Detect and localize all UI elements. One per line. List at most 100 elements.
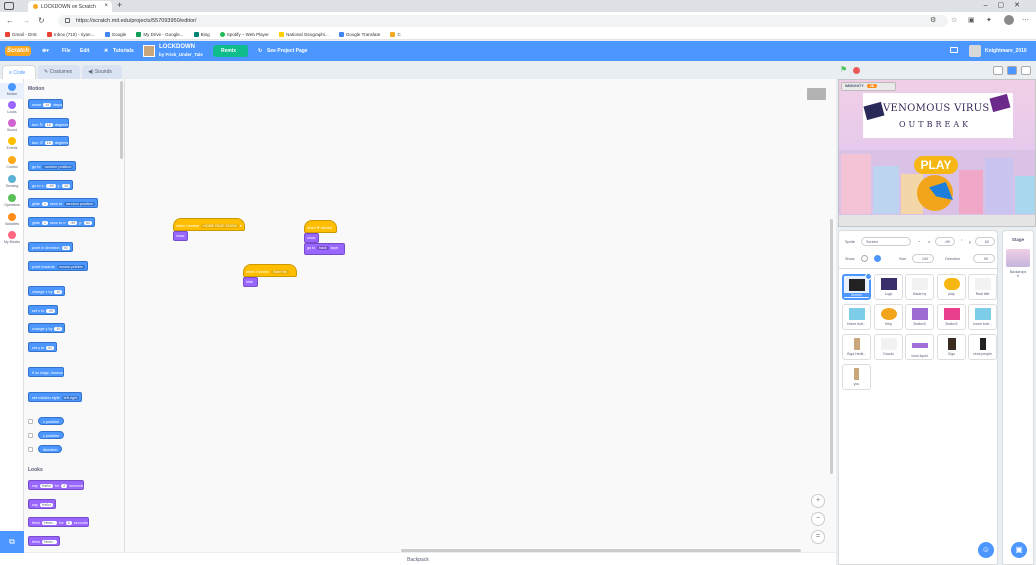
- bookmark-bing[interactable]: Bing: [189, 29, 214, 37]
- sprite-name-input[interactable]: Screen: [861, 237, 911, 246]
- block-change-y[interactable]: change y by 10: [28, 323, 66, 333]
- script2-hat-block[interactable]: when ⚑ clicked: [304, 220, 337, 233]
- block-set-x[interactable]: set x to -99: [28, 305, 59, 315]
- block-glide-to[interactable]: glide 1 secs to random position: [28, 198, 99, 208]
- sprite-tile-clouds[interactable]: Clouds: [874, 334, 903, 360]
- sprite-tile-gigu[interactable]: Gigu: [937, 334, 966, 360]
- new-tab-icon[interactable]: +: [117, 0, 122, 10]
- close-tab-icon[interactable]: ×: [104, 3, 108, 9]
- category-sensing[interactable]: Sensing: [0, 175, 24, 188]
- project-title[interactable]: LOCKDOWN: [159, 44, 195, 50]
- see-project-page-button[interactable]: See Project Page: [267, 48, 308, 54]
- block-rotation-style[interactable]: set rotation style left-right: [28, 392, 83, 402]
- project-author[interactable]: by Frisk_Under_Tale: [159, 52, 203, 57]
- direction-input[interactable]: 90: [973, 254, 995, 263]
- direction-checkbox[interactable]: [28, 447, 33, 452]
- add-sprite-button[interactable]: ☺: [978, 542, 994, 558]
- sprite-tile-you[interactable]: you: [842, 364, 871, 390]
- small-stage-icon[interactable]: [993, 66, 1003, 75]
- reporter-x-position[interactable]: x position: [38, 417, 65, 425]
- language-globe-icon[interactable]: ⊕▾: [42, 48, 49, 54]
- scratch-logo[interactable]: Scratch: [5, 46, 31, 56]
- category-operators[interactable]: Operators: [0, 194, 24, 207]
- bookmark-c[interactable]: C: [385, 29, 404, 37]
- block-say[interactable]: say Hello!: [28, 499, 56, 509]
- category-sound[interactable]: Sound: [0, 119, 24, 132]
- extensions-icon[interactable]: ✦: [986, 16, 992, 24]
- reload-icon[interactable]: ↻: [38, 16, 45, 25]
- category-variables[interactable]: Variables: [0, 213, 24, 226]
- script1-hat-block[interactable]: when I receive HOME PAGE SHOW ▾: [173, 218, 245, 231]
- bookmark-natgeo[interactable]: National Geographi...: [274, 29, 333, 37]
- block-change-x[interactable]: change x by 10: [28, 286, 66, 296]
- back-icon[interactable]: ←: [6, 16, 14, 25]
- sprite-tile-play[interactable]: play: [937, 274, 966, 300]
- script3-hat-block[interactable]: when I receive Start the: [243, 264, 297, 277]
- bookmark-gmail[interactable]: Gmail - GIIS: [0, 29, 41, 37]
- sprite-tile-virus-people[interactable]: virus people: [968, 334, 997, 360]
- add-backdrop-button[interactable]: ▣: [1011, 542, 1027, 558]
- stop-icon[interactable]: [853, 67, 860, 74]
- username-menu[interactable]: Knightmare_2010: [985, 48, 1027, 54]
- show-visible-icon[interactable]: [861, 255, 868, 262]
- stage-selector[interactable]: Stage Backdrops 6 ▣: [1002, 230, 1034, 565]
- backpack-bar[interactable]: Backpack: [0, 553, 836, 565]
- fullscreen-icon[interactable]: [1021, 66, 1031, 75]
- size-input[interactable]: 100: [912, 254, 934, 263]
- script2-show-block[interactable]: show: [304, 233, 319, 243]
- x-input[interactable]: -99: [935, 237, 955, 246]
- reporter-y-position[interactable]: y position: [38, 431, 65, 439]
- script1-show-block[interactable]: show: [173, 231, 188, 241]
- block-bounce[interactable]: if on edge, bounce: [28, 367, 65, 377]
- favorite-star-icon[interactable]: ☆: [951, 16, 957, 24]
- address-bar[interactable]: https://scratch.mit.edu/projects/5570939…: [58, 15, 948, 27]
- sprite-tile-button3[interactable]: Button3: [905, 304, 934, 330]
- code-area[interactable]: when I receive HOME PAGE SHOW ▾ show when…: [125, 79, 836, 552]
- block-go-to[interactable]: go to random position: [28, 161, 77, 171]
- block-turn-left[interactable]: turn ↺ 15 degrees: [28, 136, 70, 146]
- block-think[interactable]: think Hmm...: [28, 536, 61, 546]
- block-point-direction[interactable]: point in direction 90: [28, 242, 73, 252]
- site-settings-icon[interactable]: ⚙: [930, 16, 936, 24]
- zoom-in-icon[interactable]: +: [811, 494, 825, 508]
- sprite-tile-giga-hedit[interactable]: Giga Hedit...: [842, 334, 871, 360]
- block-point-towards[interactable]: point towards mouse-pointer: [28, 261, 88, 271]
- sprite-tile-made-by[interactable]: Made by: [905, 274, 934, 300]
- browser-tab[interactable]: LOCKDOWN on Scratch ×: [28, 1, 112, 12]
- sprite-tile-help[interactable]: Help: [874, 304, 903, 330]
- add-extension-button[interactable]: ⧉: [0, 531, 24, 553]
- block-move-steps[interactable]: move 10 steps: [28, 99, 64, 109]
- edit-menu[interactable]: Edit: [80, 48, 89, 54]
- block-think-for-secs[interactable]: think Hmm... for 2 seconds: [28, 517, 89, 527]
- browser-profile-avatar[interactable]: [1004, 15, 1014, 25]
- my-stuff-folder-icon[interactable]: [950, 47, 958, 53]
- sprite-tile-real-title[interactable]: Real title: [968, 274, 997, 300]
- normal-stage-icon[interactable]: [1007, 66, 1017, 75]
- block-glide-to-xy[interactable]: glide 1 secs to x: -99 y: 62: [28, 217, 95, 227]
- play-button[interactable]: PLAY: [914, 156, 958, 174]
- bookmark-translate[interactable]: Google Translate: [334, 29, 384, 37]
- remix-button[interactable]: Remix: [213, 45, 248, 57]
- block-say-for-secs[interactable]: say Hello! for 2 seconds: [28, 480, 85, 490]
- bookmark-google[interactable]: Google: [100, 29, 131, 37]
- block-go-to-xy[interactable]: go to x: -99 y: 62: [28, 180, 74, 190]
- block-set-y[interactable]: set y to 62: [28, 342, 58, 352]
- y-input[interactable]: 62: [975, 237, 995, 246]
- zoom-out-icon[interactable]: −: [811, 512, 825, 526]
- delete-sprite-icon[interactable]: [865, 273, 872, 280]
- green-flag-icon[interactable]: ⚑: [840, 66, 848, 74]
- tab-sounds[interactable]: ◀) Sounds: [82, 65, 122, 79]
- category-events[interactable]: Events: [0, 137, 24, 150]
- block-turn-right[interactable]: turn ↻ 15 degrees: [28, 118, 70, 128]
- sprite-tile-virus-liquid[interactable]: virus liquid: [905, 334, 934, 360]
- tab-code[interactable]: ≡ Code: [2, 65, 36, 79]
- sprite-tile-button2[interactable]: Button2: [937, 304, 966, 330]
- tutorials-button[interactable]: Tutorials: [113, 48, 134, 54]
- show-hidden-icon[interactable]: [874, 255, 881, 262]
- category-looks[interactable]: Looks: [0, 101, 24, 114]
- sprite-tile-screen[interactable]: Screen: [842, 273, 872, 300]
- window-controls[interactable]: –▢✕: [984, 1, 1030, 9]
- user-avatar[interactable]: [969, 45, 981, 57]
- tab-search-icon[interactable]: [4, 2, 14, 10]
- script2-goto-layer-block[interactable]: go to back layer: [304, 243, 345, 255]
